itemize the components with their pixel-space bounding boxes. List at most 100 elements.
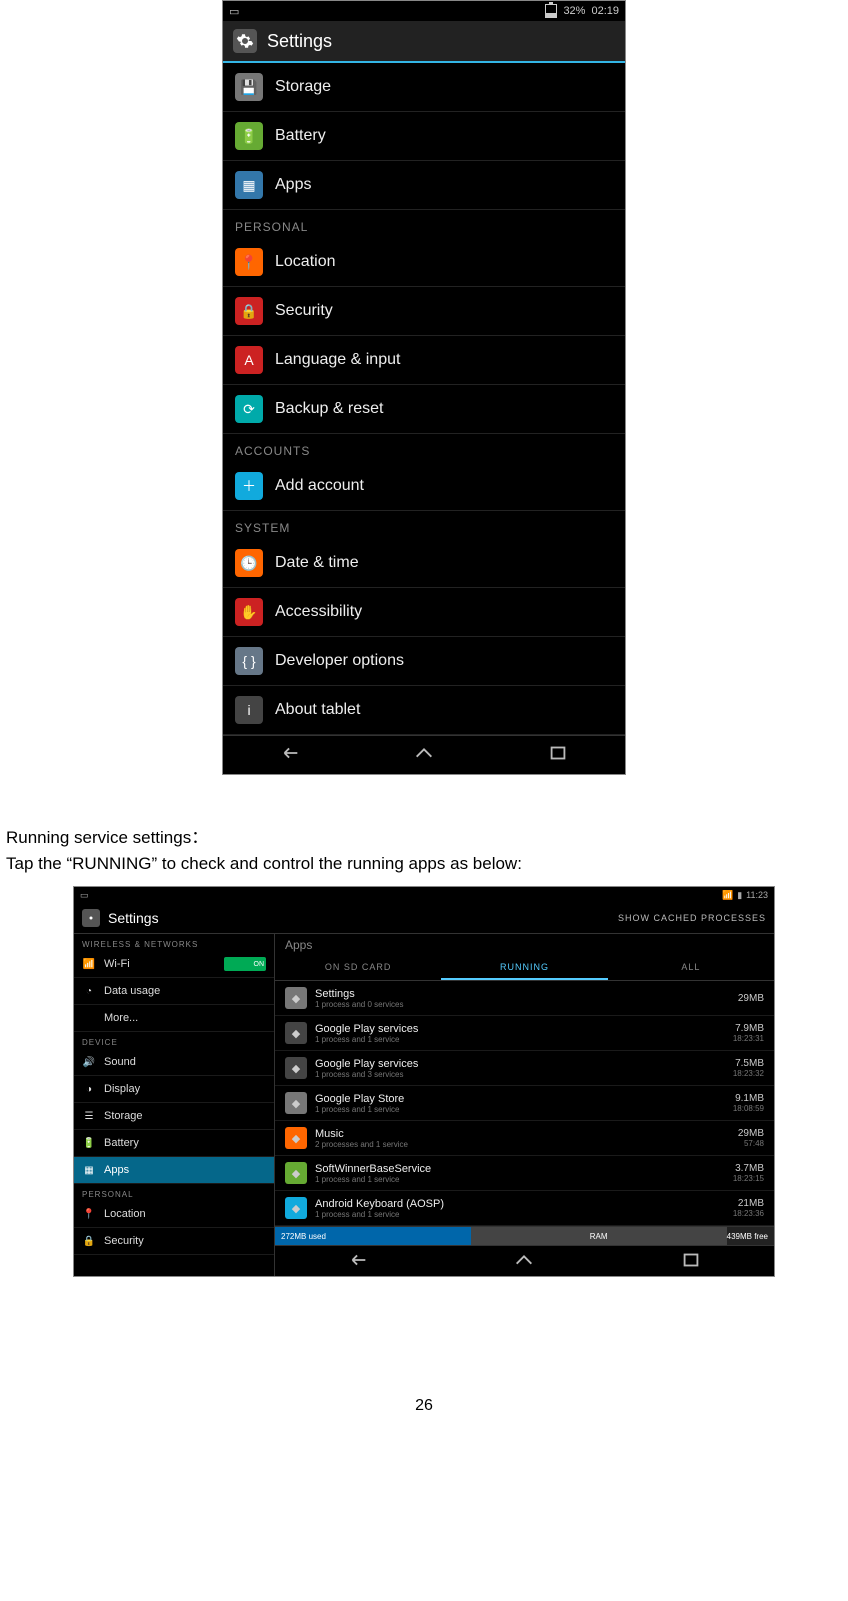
add-icon: ＋ [235, 472, 263, 500]
back-button[interactable] [347, 1249, 369, 1274]
running-apps-screenshot: ▭ 📶 ▮ 11:23 Settings SHOW CACHED PROCESS… [73, 886, 775, 1277]
app-name: Music [315, 1128, 730, 1140]
app-row[interactable]: ◆SoftWinnerBaseService1 process and 1 se… [275, 1156, 774, 1191]
ram-label: RAM [471, 1227, 727, 1245]
settings-row-location[interactable]: 📍 Location [223, 238, 625, 287]
app-icon: ◆ [285, 1127, 307, 1149]
battery-icon [545, 4, 557, 18]
section-system: SYSTEM [223, 511, 625, 539]
sidebar-item-sound[interactable]: 🔊 Sound [74, 1049, 274, 1076]
settings-row-developer[interactable]: { } Developer options [223, 637, 625, 686]
settings-row-accessibility[interactable]: ✋ Accessibility [223, 588, 625, 637]
about-icon: i [235, 696, 263, 724]
app-row[interactable]: ◆Music2 processes and 1 service29MB57:48 [275, 1121, 774, 1156]
location-icon: 📍 [82, 1207, 96, 1221]
app-icon: ◆ [285, 1197, 307, 1219]
sidebar: WIRELESS & NETWORKS 📶 Wi-Fi ON ◔ Data us… [74, 934, 275, 1276]
tab-running[interactable]: RUNNING [441, 956, 607, 980]
app-size: 9.1MB [733, 1093, 764, 1104]
clock: 02:19 [591, 5, 619, 17]
home-button[interactable] [513, 1249, 535, 1274]
app-icon: ◆ [285, 1057, 307, 1079]
sidebar-item-battery[interactable]: 🔋 Battery [74, 1130, 274, 1157]
row-label: Accessibility [275, 603, 362, 621]
section-personal: PERSONAL [223, 210, 625, 238]
date-icon: 🕒 [235, 549, 263, 577]
app-header: Settings [223, 21, 625, 63]
wifi-toggle[interactable]: ON [224, 957, 266, 971]
clock: 11:23 [746, 890, 768, 900]
settings-row-add-account[interactable]: ＋ Add account [223, 462, 625, 511]
app-name: Settings [315, 988, 730, 1000]
sidebar-label: Apps [104, 1164, 129, 1176]
settings-row-apps[interactable]: ▦ Apps [223, 161, 625, 210]
row-label: Apps [275, 176, 311, 194]
developer-icon: { } [235, 647, 263, 675]
app-row[interactable]: ◆Settings1 process and 0 services29MB [275, 981, 774, 1016]
sidebar-label: Battery [104, 1137, 139, 1149]
app-sub: 1 process and 1 service [315, 1035, 725, 1044]
row-label: Battery [275, 127, 326, 145]
sidebar-label: Storage [104, 1110, 143, 1122]
page-number: 26 [0, 1397, 848, 1435]
accessibility-icon: ✋ [235, 598, 263, 626]
settings-row-date-time[interactable]: 🕒 Date & time [223, 539, 625, 588]
more-icon [82, 1011, 96, 1025]
settings-row-about[interactable]: i About tablet [223, 686, 625, 735]
sidebar-item-more[interactable]: More... [74, 1005, 274, 1032]
app-size: 7.9MB [733, 1023, 764, 1034]
nav-bar [223, 735, 625, 774]
sim-icon: ▭ [80, 890, 89, 901]
app-row[interactable]: ◆Google Play services1 process and 1 ser… [275, 1016, 774, 1051]
section-personal: PERSONAL [74, 1184, 274, 1201]
section-accounts: ACCOUNTS [223, 434, 625, 462]
main-panel: Apps ON SD CARD RUNNING ALL ◆Settings1 p… [275, 934, 774, 1276]
settings-row-security[interactable]: 🔒 Security [223, 287, 625, 336]
language-icon: A [235, 346, 263, 374]
app-sub: 1 process and 3 services [315, 1070, 725, 1079]
tab-all[interactable]: ALL [608, 956, 774, 980]
sidebar-item-location[interactable]: 📍 Location [74, 1201, 274, 1228]
settings-row-backup[interactable]: ⟳ Backup & reset [223, 385, 625, 434]
app-icon: ◆ [285, 1092, 307, 1114]
tabs: ON SD CARD RUNNING ALL [275, 956, 774, 981]
app-name: Google Play services [315, 1058, 725, 1070]
battery-icon: 🔋 [235, 122, 263, 150]
wifi-icon: 📶 [722, 890, 733, 901]
sidebar-label: More... [104, 1012, 138, 1024]
sidebar-item-data-usage[interactable]: ◔ Data usage [74, 978, 274, 1005]
recent-button[interactable] [680, 1249, 702, 1274]
row-label: Developer options [275, 652, 404, 670]
sidebar-item-apps[interactable]: ▦ Apps [74, 1157, 274, 1184]
backup-icon: ⟳ [235, 395, 263, 423]
app-row[interactable]: ◆ Google Play services1 process and 3 ser… [275, 1051, 774, 1086]
app-time: 18:23:36 [733, 1209, 764, 1218]
row-label: About tablet [275, 701, 360, 719]
tab-sdcard[interactable]: ON SD CARD [275, 956, 441, 980]
back-button[interactable] [279, 742, 301, 769]
show-cached-button[interactable]: SHOW CACHED PROCESSES [618, 913, 766, 923]
battery-icon: 🔋 [82, 1136, 96, 1150]
apps-icon: ▦ [235, 171, 263, 199]
app-icon: ◆ [285, 987, 307, 1009]
app-name: SoftWinnerBaseService [315, 1163, 725, 1175]
sidebar-item-display[interactable]: ◑ Display [74, 1076, 274, 1103]
home-button[interactable] [413, 742, 435, 769]
row-label: Location [275, 253, 336, 271]
app-row[interactable]: ◆Android Keyboard (AOSP)1 process and 1 … [275, 1191, 774, 1226]
app-time: 18:23:15 [733, 1174, 764, 1183]
settings-row-language[interactable]: A Language & input [223, 336, 625, 385]
app-row[interactable]: ◆Google Play Store1 process and 1 servic… [275, 1086, 774, 1121]
sidebar-item-security[interactable]: 🔒 Security [74, 1228, 274, 1255]
sidebar-item-storage[interactable]: ☰ Storage [74, 1103, 274, 1130]
section-wireless: WIRELESS & NETWORKS [74, 934, 274, 951]
settings-screenshot: ▭ 32% 02:19 Settings 💾 Storage 🔋 Battery… [222, 0, 626, 775]
settings-row-storage[interactable]: 💾 Storage [223, 63, 625, 112]
app-size: 21MB [733, 1198, 764, 1209]
settings-row-battery[interactable]: 🔋 Battery [223, 112, 625, 161]
battery-icon: ▮ [737, 890, 742, 901]
sound-icon: 🔊 [82, 1055, 96, 1069]
app-name: Android Keyboard (AOSP) [315, 1198, 725, 1210]
sidebar-item-wifi[interactable]: 📶 Wi-Fi ON [74, 951, 274, 978]
recent-button[interactable] [547, 742, 569, 769]
